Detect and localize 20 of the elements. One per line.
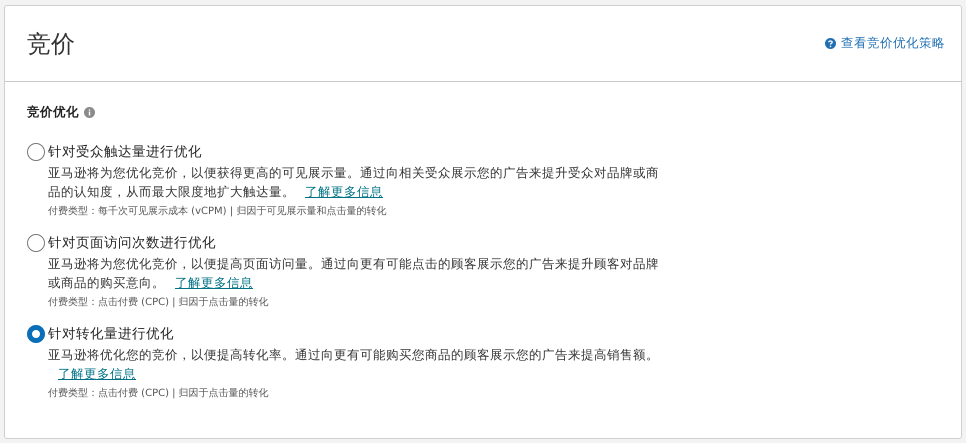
learn-more-link[interactable]: 了解更多信息	[305, 184, 383, 199]
pricing-note: 付费类型：点击付费 (CPC) | 归因于点击量的转化	[48, 386, 270, 400]
help-link[interactable]: 查看竞价优化策略	[825, 35, 945, 52]
page-title: 竞价	[27, 28, 75, 60]
radio-button[interactable]	[27, 143, 45, 161]
option-description: 亚马逊将为您优化竞价，以便提高页面访问量。通过向更有可能点击的顾客展示您的广告来提升顾客对品牌或商品的购买意向。 了解更多信息	[48, 255, 660, 292]
pricing-note: 付费类型：点击付费 (CPC) | 归因于点击量的转化	[48, 296, 270, 309]
option-label: 针对受众触达量进行优化	[48, 143, 202, 161]
pricing-note: 付费类型：每千次可见展示成本 (vCPM) | 归因于可见展示量和点击量的转化	[48, 204, 388, 218]
radio-button[interactable]	[27, 234, 45, 252]
option-description: 亚马逊将为您优化竞价，以便获得更高的可见展示量。通过向相关受众展示您的广告来提升受众对品牌或商品的认知度，从而最大限度地扩大触达量。 了解更多信息	[48, 164, 660, 201]
option-label: 针对转化量进行优化	[48, 325, 174, 343]
section-heading: 竞价优化	[27, 104, 79, 121]
help-icon	[825, 38, 836, 49]
info-icon	[84, 107, 95, 118]
option-label: 针对页面访问次数进行优化	[48, 234, 216, 252]
option-description: 亚马逊将优化您的竞价，以便提高转化率。通过向更有可能购买您商品的顾客展示您的广告来提高销售额。 了解更多信息	[48, 346, 660, 383]
learn-more-link[interactable]: 了解更多信息	[58, 366, 136, 381]
learn-more-link[interactable]: 了解更多信息	[175, 275, 253, 290]
radio-button[interactable]	[27, 325, 45, 343]
